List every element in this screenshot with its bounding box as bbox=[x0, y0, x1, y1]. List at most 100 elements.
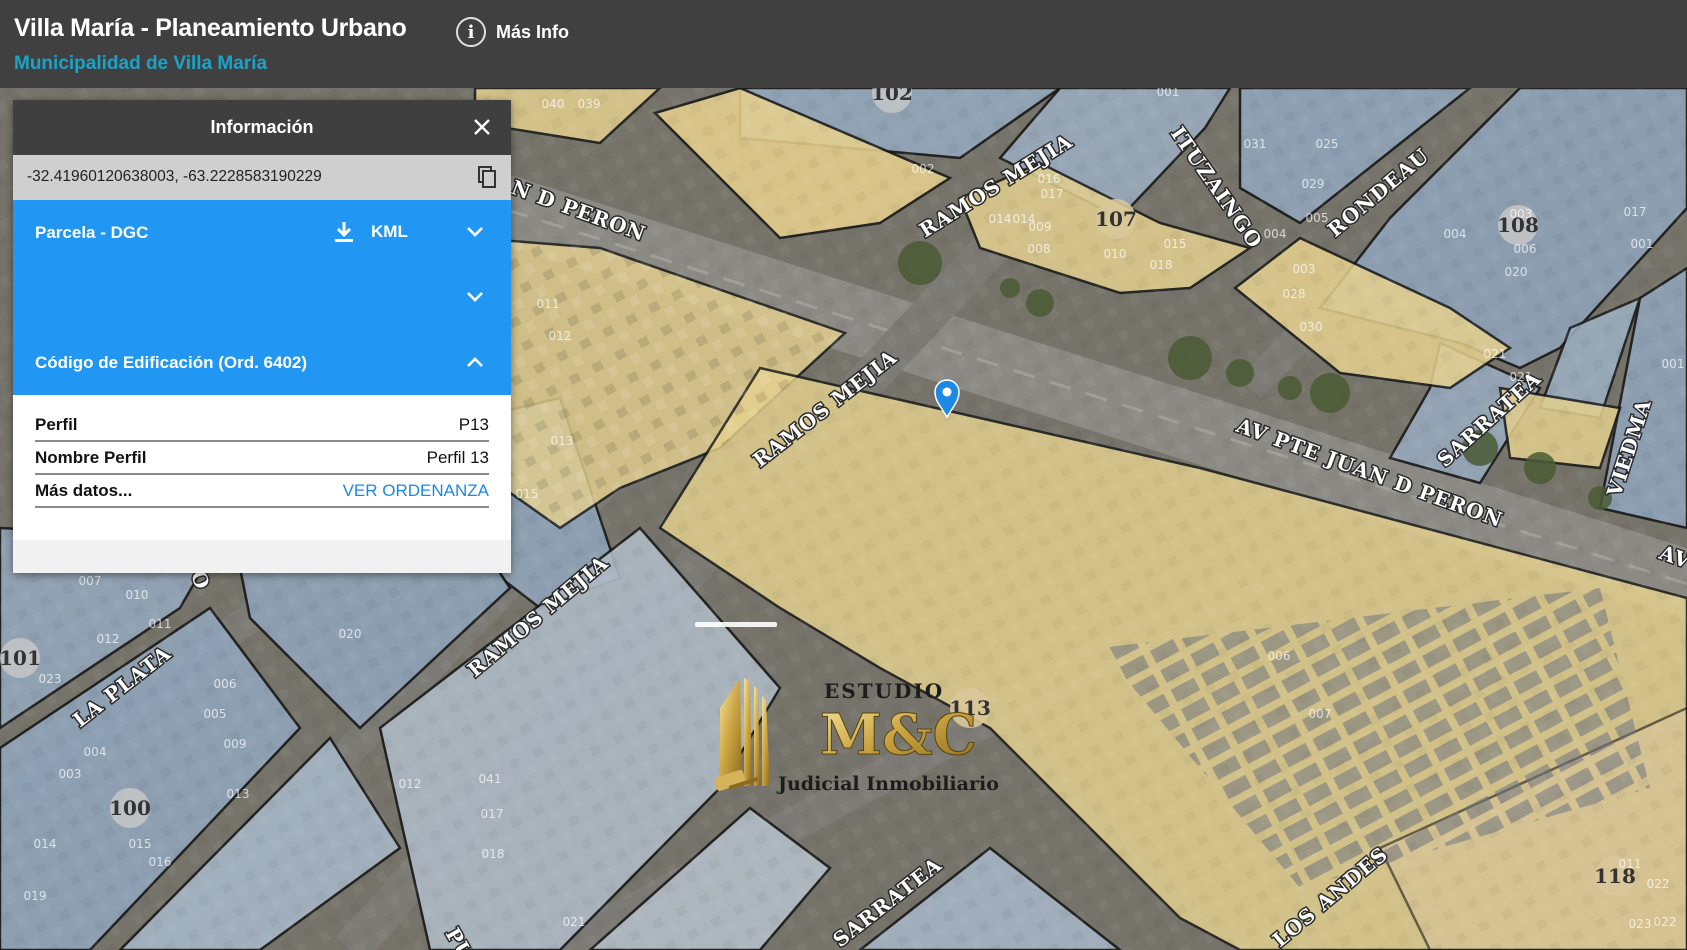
svg-text:012: 012 bbox=[549, 329, 572, 343]
svg-text:015: 015 bbox=[516, 487, 539, 501]
property-value: Perfil 13 bbox=[426, 447, 489, 467]
watermark-logo: ESTUDIO M&C Judicial Inmobiliario bbox=[686, 668, 1006, 808]
svg-text:001: 001 bbox=[1662, 357, 1685, 371]
svg-text:016: 016 bbox=[149, 855, 172, 869]
svg-text:003: 003 bbox=[1293, 262, 1316, 276]
svg-text:030: 030 bbox=[1300, 320, 1323, 334]
section-content: Perfil P13 Nombre Perfil Perfil 13 Más d… bbox=[13, 395, 511, 540]
svg-text:009: 009 bbox=[1029, 220, 1052, 234]
property-row: Perfil P13 bbox=[35, 409, 489, 442]
property-value: P13 bbox=[458, 414, 489, 434]
svg-text:021: 021 bbox=[1510, 370, 1533, 384]
svg-text:040: 040 bbox=[542, 97, 565, 111]
more-info-button[interactable]: i Más Info bbox=[456, 16, 569, 48]
svg-text:011: 011 bbox=[149, 617, 172, 631]
chevron-up-icon[interactable] bbox=[465, 352, 485, 372]
svg-text:029: 029 bbox=[1302, 177, 1325, 191]
svg-text:004: 004 bbox=[1444, 227, 1467, 241]
svg-text:013: 013 bbox=[551, 434, 574, 448]
svg-text:017: 017 bbox=[1041, 187, 1064, 201]
svg-text:015: 015 bbox=[1164, 237, 1187, 251]
svg-text:002: 002 bbox=[912, 162, 935, 176]
svg-text:015: 015 bbox=[129, 837, 152, 851]
info-panel: Información -32.41960120638003, -63.2228… bbox=[13, 100, 511, 573]
svg-text:005: 005 bbox=[204, 707, 227, 721]
svg-text:020: 020 bbox=[1505, 265, 1528, 279]
property-row: Nombre Perfil Perfil 13 bbox=[35, 442, 489, 475]
svg-text:006: 006 bbox=[1268, 649, 1291, 663]
svg-text:014: 014 bbox=[34, 837, 57, 851]
svg-text:010: 010 bbox=[126, 588, 149, 602]
svg-text:004: 004 bbox=[1264, 227, 1287, 241]
more-info-label: Más Info bbox=[496, 21, 570, 42]
watermark-line2: M&C bbox=[820, 702, 977, 768]
svg-text:028: 028 bbox=[1283, 287, 1306, 301]
svg-text:017: 017 bbox=[481, 807, 504, 821]
svg-text:012: 012 bbox=[97, 632, 120, 646]
chevron-down-icon[interactable] bbox=[465, 222, 485, 242]
svg-text:101: 101 bbox=[0, 646, 41, 670]
svg-text:018: 018 bbox=[482, 847, 505, 861]
download-icon bbox=[335, 222, 353, 242]
svg-text:039: 039 bbox=[578, 97, 601, 111]
svg-text:003: 003 bbox=[1510, 207, 1533, 221]
svg-text:018: 018 bbox=[1150, 258, 1173, 272]
svg-text:012: 012 bbox=[399, 777, 422, 791]
svg-text:020: 020 bbox=[339, 627, 362, 641]
svg-text:021: 021 bbox=[563, 915, 586, 929]
svg-text:022: 022 bbox=[1647, 877, 1670, 891]
app-header: Villa María - Planeamiento Urbano Munici… bbox=[0, 0, 1687, 88]
svg-text:011: 011 bbox=[537, 297, 560, 311]
section-label: Código de Edificación (Ord. 6402) bbox=[35, 353, 308, 372]
watermark-line1: ESTUDIO bbox=[824, 679, 944, 703]
svg-text:022: 022 bbox=[1654, 915, 1677, 929]
chevron-down-icon[interactable] bbox=[465, 287, 485, 307]
app-title: Villa María - Planeamiento Urbano bbox=[14, 14, 407, 42]
svg-text:023: 023 bbox=[1629, 917, 1652, 931]
drag-handle bbox=[695, 622, 777, 627]
svg-text:010: 010 bbox=[1104, 247, 1127, 261]
svg-text:016: 016 bbox=[1038, 172, 1061, 186]
section-collapsed[interactable] bbox=[13, 265, 511, 330]
app-subtitle[interactable]: Municipalidad de Villa María bbox=[14, 53, 267, 75]
close-icon bbox=[474, 119, 490, 135]
ver-ordenanza-link[interactable]: VER ORDENANZA bbox=[343, 481, 489, 501]
close-button[interactable] bbox=[467, 112, 497, 142]
svg-text:019: 019 bbox=[24, 889, 47, 903]
svg-text:004: 004 bbox=[84, 745, 107, 759]
svg-text:006: 006 bbox=[214, 677, 237, 691]
copy-icon[interactable] bbox=[475, 165, 499, 189]
watermark-line3: Judicial Inmobiliario bbox=[776, 773, 999, 795]
svg-text:013: 013 bbox=[227, 787, 250, 801]
svg-text:031: 031 bbox=[1244, 137, 1267, 151]
svg-text:014: 014 bbox=[989, 212, 1012, 226]
svg-text:017: 017 bbox=[1624, 205, 1647, 219]
section-parcela-dgc[interactable]: Parcela - DGC KML bbox=[13, 200, 511, 265]
svg-text:021: 021 bbox=[1484, 347, 1507, 361]
info-panel-header: Información bbox=[13, 100, 511, 155]
property-key: Más datos... bbox=[35, 480, 133, 500]
property-key: Perfil bbox=[35, 414, 78, 434]
info-icon: i bbox=[456, 17, 486, 47]
svg-text:041: 041 bbox=[479, 772, 502, 786]
svg-text:003: 003 bbox=[59, 767, 82, 781]
property-row: Más datos... VER ORDENANZA bbox=[35, 475, 489, 508]
section-codigo-edificacion[interactable]: Código de Edificación (Ord. 6402) bbox=[13, 330, 511, 395]
kml-download-button[interactable]: KML bbox=[333, 214, 408, 250]
svg-text:025: 025 bbox=[1316, 137, 1339, 151]
svg-text:009: 009 bbox=[224, 737, 247, 751]
svg-text:001: 001 bbox=[1631, 237, 1654, 251]
svg-text:008: 008 bbox=[1028, 242, 1051, 256]
svg-text:005: 005 bbox=[1306, 211, 1329, 225]
section-label: Parcela - DGC bbox=[35, 223, 149, 242]
coordinates-row: -32.41960120638003, -63.2228583190229 bbox=[13, 155, 511, 200]
svg-text:100: 100 bbox=[109, 796, 151, 820]
svg-text:102: 102 bbox=[871, 88, 913, 105]
svg-text:011: 011 bbox=[1619, 857, 1642, 871]
info-panel-title: Información bbox=[210, 117, 314, 137]
svg-text:001: 001 bbox=[1157, 88, 1180, 99]
svg-text:107: 107 bbox=[1095, 207, 1137, 231]
coordinates-text: -32.41960120638003, -63.2228583190229 bbox=[27, 168, 322, 185]
svg-text:007: 007 bbox=[1309, 707, 1332, 721]
svg-text:023: 023 bbox=[39, 672, 62, 686]
